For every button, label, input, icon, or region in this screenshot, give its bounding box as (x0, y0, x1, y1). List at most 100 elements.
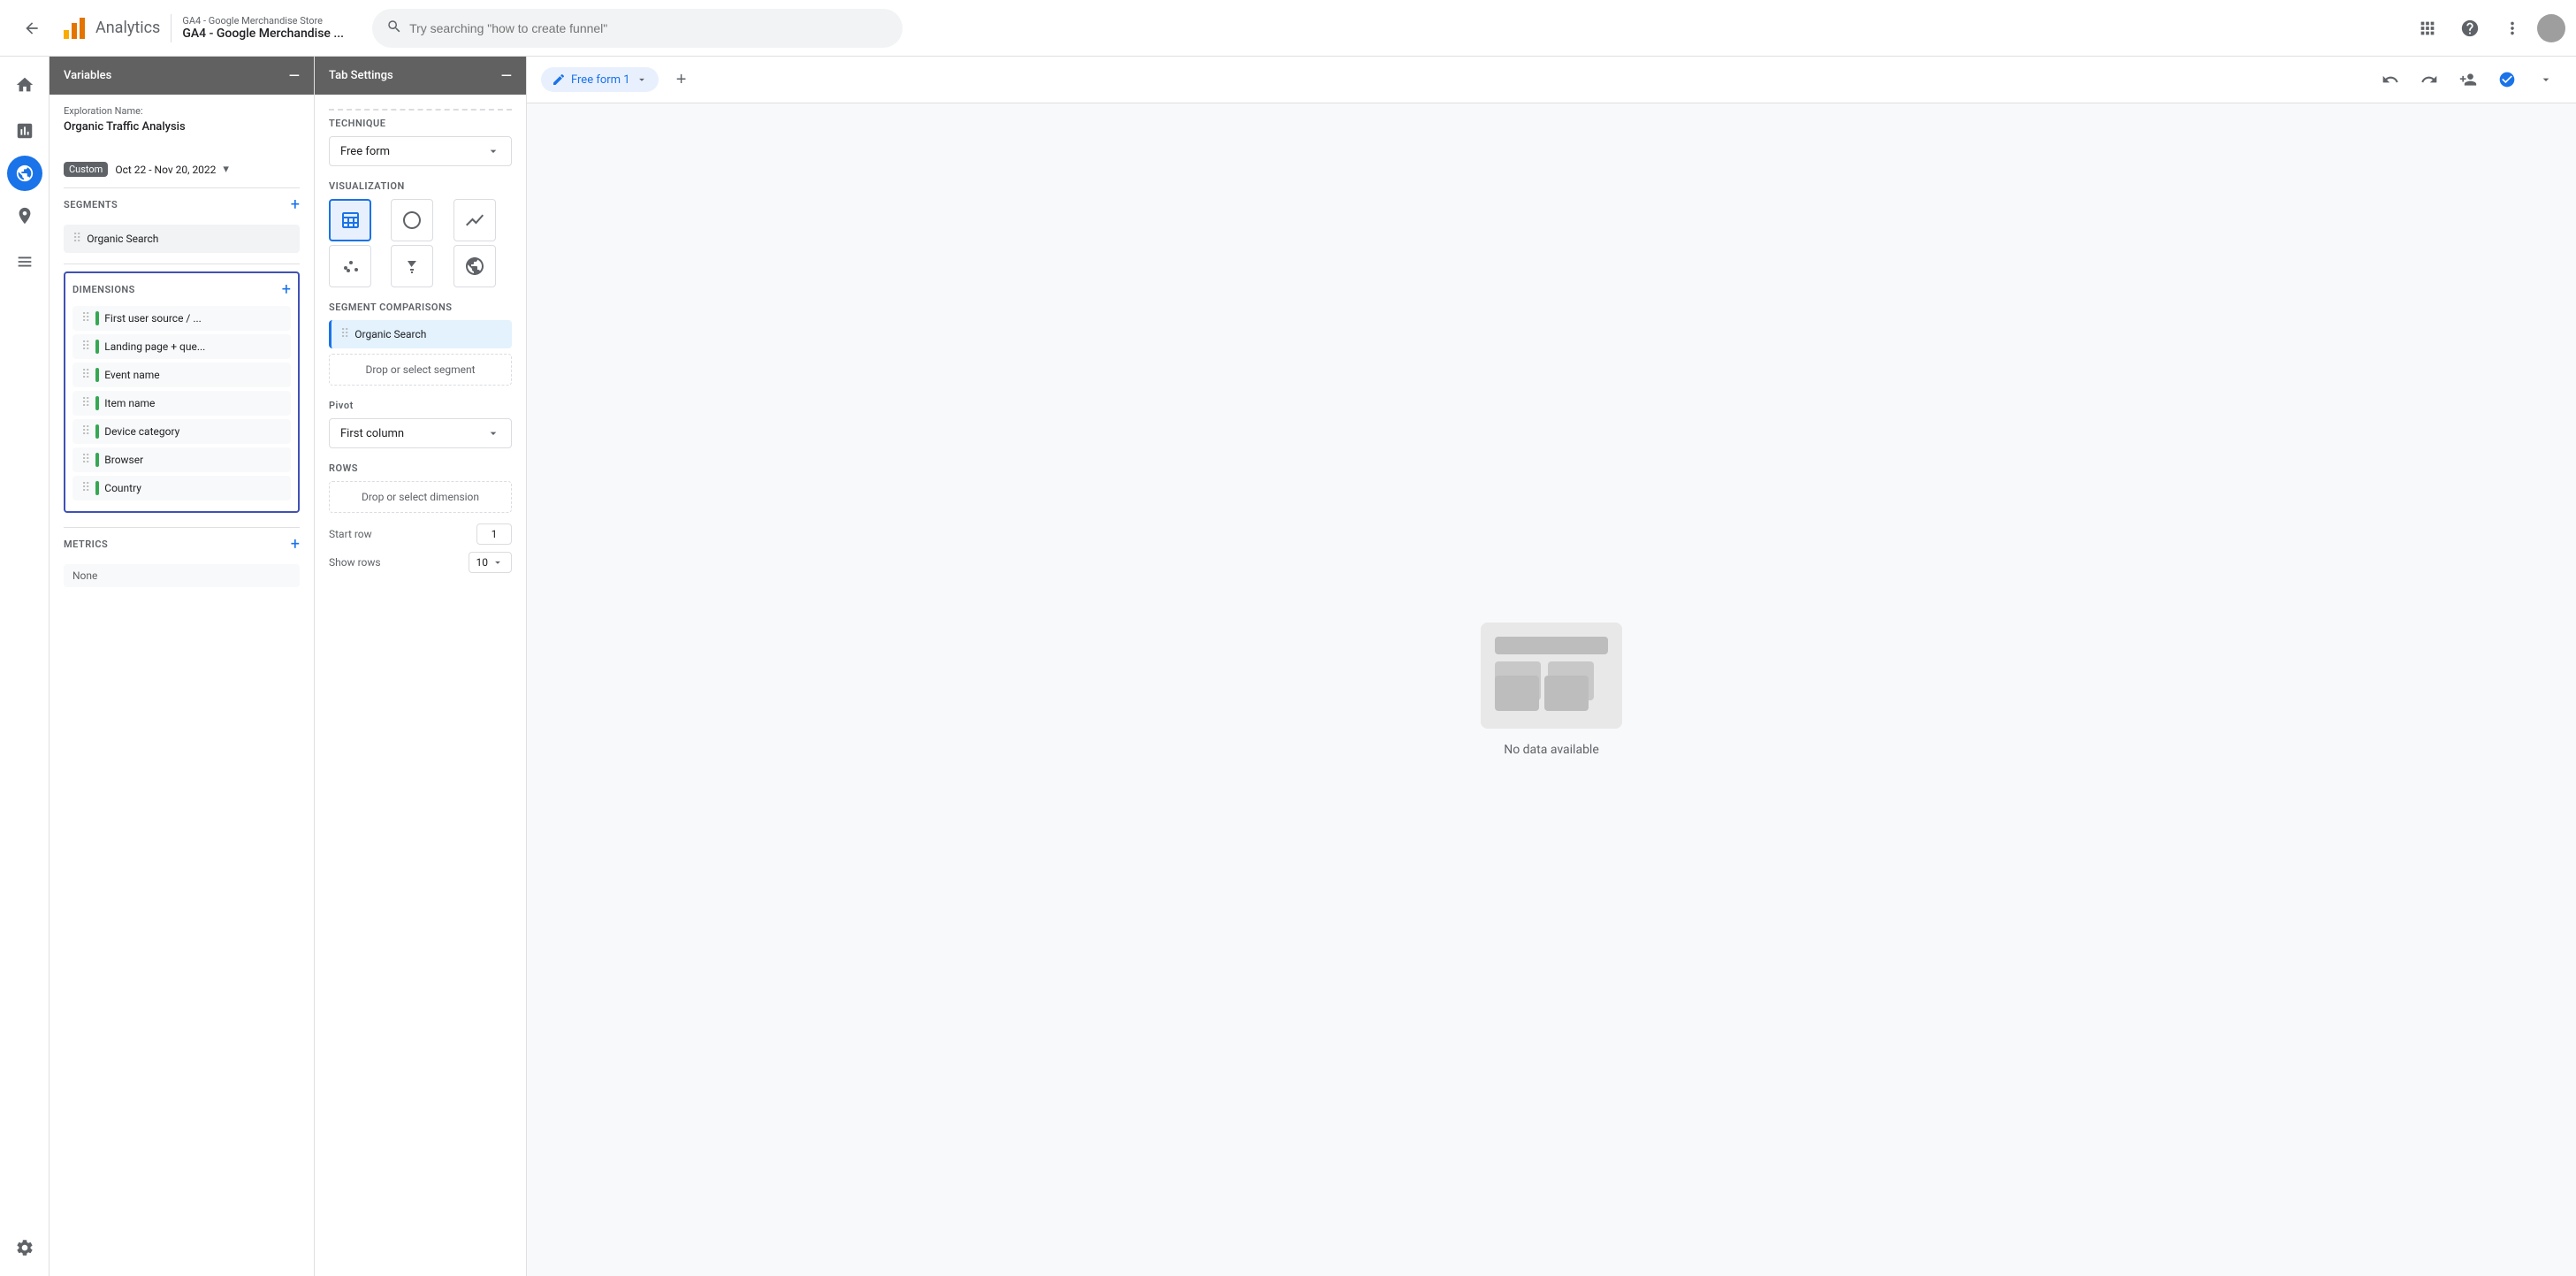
no-data-visual (1481, 623, 1622, 729)
show-rows-dropdown[interactable]: 10 (469, 552, 513, 573)
start-row-config: Start row 1 (329, 523, 512, 545)
viz-globe-button[interactable] (453, 245, 496, 287)
redo-button[interactable] (2413, 64, 2445, 96)
exploration-name-value: Organic Traffic Analysis (64, 120, 300, 134)
dim-item-name[interactable]: ⠿ Item name (72, 391, 291, 416)
drag-handle-icon: ⠿ (81, 340, 90, 354)
apps-button[interactable] (2410, 11, 2445, 46)
segment-comparisons-section: SEGMENT COMPARISONS ⠿ Organic Search Dro… (315, 302, 526, 400)
dim-event-name[interactable]: ⠿ Event name (72, 363, 291, 387)
account-property: GA4 - Google Merchandise Store (182, 15, 344, 27)
date-selector[interactable]: Custom Oct 22 - Nov 20, 2022 ▾ (64, 162, 300, 177)
viz-scatter-button[interactable] (329, 245, 371, 287)
dim-color-indicator (95, 424, 99, 439)
visualization-grid (329, 199, 512, 287)
tab-dropdown-icon[interactable] (636, 73, 648, 86)
topbar-actions (2410, 11, 2565, 46)
main-canvas: Free form 1 + (527, 57, 2576, 1276)
segment-comparisons-label: SEGMENT COMPARISONS (329, 302, 512, 313)
viz-line-button[interactable] (453, 199, 496, 241)
dim-color-indicator (95, 453, 99, 467)
share-button[interactable] (2452, 64, 2484, 96)
dim-label: Landing page + que... (104, 340, 205, 353)
dim-landing-page[interactable]: ⠿ Landing page + que... (72, 334, 291, 359)
pivot-dropdown-icon (486, 426, 500, 440)
app-logo: Analytics (60, 14, 160, 42)
drag-handle-icon: ⠿ (81, 424, 90, 439)
drop-segment-area[interactable]: Drop or select segment (329, 354, 512, 386)
nav-advertising[interactable] (4, 195, 46, 237)
nav-explore[interactable] (7, 156, 42, 191)
publish-button[interactable] (2491, 64, 2523, 96)
drag-handle-icon: ⠿ (81, 396, 90, 410)
nav-reports[interactable] (4, 110, 46, 152)
help-button[interactable] (2452, 11, 2488, 46)
dim-label: Event name (104, 369, 159, 381)
variables-panel: Variables — Exploration Name: Organic Tr… (50, 57, 315, 1276)
nav-home[interactable] (4, 64, 46, 106)
search-box[interactable] (372, 9, 903, 48)
date-badge: Custom (64, 162, 108, 177)
drop-dimension-area[interactable]: Drop or select dimension (329, 481, 512, 513)
pivot-section: Pivot First column (315, 400, 526, 462)
dim-label: Country (104, 482, 141, 494)
start-row-label: Start row (329, 528, 372, 540)
add-tab-button[interactable]: + (666, 64, 697, 96)
add-segment-button[interactable]: + (291, 195, 300, 214)
user-avatar[interactable] (2537, 14, 2565, 42)
variables-minimize-button[interactable]: — (289, 67, 300, 84)
topbar: Analytics GA4 - Google Merchandise Store… (0, 0, 2576, 57)
dimensions-box: DIMENSIONS + ⠿ First user source / ... ⠿… (64, 271, 300, 513)
dim-country[interactable]: ⠿ Country (72, 476, 291, 500)
metrics-header: METRICS + (50, 528, 314, 561)
tab-free-form-1[interactable]: Free form 1 (541, 67, 659, 92)
tab-settings-title: Tab Settings (329, 69, 393, 82)
dim-color-indicator (95, 481, 99, 495)
dim-device-category[interactable]: ⠿ Device category (72, 419, 291, 444)
segment-label: Organic Search (87, 233, 158, 245)
show-rows-dropdown-icon (492, 556, 504, 569)
dimensions-box-header: DIMENSIONS + (72, 280, 291, 299)
viz-funnel-button[interactable] (391, 245, 433, 287)
visualization-section: VISUALIZATION (315, 180, 526, 302)
dim-color-indicator (95, 368, 99, 382)
segment-comparison-item[interactable]: ⠿ Organic Search (329, 320, 512, 348)
main-layout: Variables — Exploration Name: Organic Tr… (0, 57, 2576, 1276)
start-row-value[interactable]: 1 (476, 523, 512, 545)
canvas-actions (2374, 64, 2562, 96)
more-options-button[interactable] (2495, 11, 2530, 46)
search-icon (386, 19, 402, 38)
more-canvas-actions-button[interactable] (2530, 64, 2562, 96)
metrics-placeholder: None (72, 569, 97, 582)
add-metric-button[interactable]: + (291, 535, 300, 554)
add-dimension-button[interactable]: + (282, 280, 291, 299)
viz-table-button[interactable] (329, 199, 371, 241)
dim-color-indicator (95, 396, 99, 410)
technique-dropdown[interactable]: Free form (329, 136, 512, 166)
viz-donut-button[interactable] (391, 199, 433, 241)
nav-settings[interactable] (4, 1226, 46, 1269)
date-section: Custom Oct 22 - Nov 20, 2022 ▾ (50, 144, 314, 187)
segment-comparison-label: Organic Search (354, 328, 426, 340)
canvas-content: No data available (527, 103, 2576, 1276)
metrics-none[interactable]: None (64, 564, 300, 587)
show-rows-config: Show rows 10 (329, 552, 512, 573)
drag-handle-icon: ⠿ (72, 232, 81, 246)
dim-label: Item name (104, 397, 155, 409)
drag-handle-icon: ⠿ (81, 368, 90, 382)
search-input[interactable] (409, 21, 888, 35)
nav-configure[interactable] (4, 241, 46, 283)
segments-title: SEGMENTS (64, 199, 118, 210)
segment-organic-search[interactable]: ⠿ Organic Search (64, 225, 300, 253)
pivot-dropdown[interactable]: First column (329, 418, 512, 448)
date-dropdown-icon[interactable]: ▾ (223, 163, 229, 176)
back-button[interactable] (11, 7, 53, 50)
canvas-header: Free form 1 + (527, 57, 2576, 103)
dim-label: First user source / ... (104, 312, 202, 325)
dim-browser[interactable]: ⠿ Browser (72, 447, 291, 472)
show-rows-value: 10 (476, 556, 489, 569)
account-info: GA4 - Google Merchandise Store GA4 - Goo… (182, 15, 344, 41)
undo-button[interactable] (2374, 64, 2406, 96)
tab-settings-minimize-button[interactable]: — (501, 67, 512, 84)
dim-first-user-source[interactable]: ⠿ First user source / ... (72, 306, 291, 331)
